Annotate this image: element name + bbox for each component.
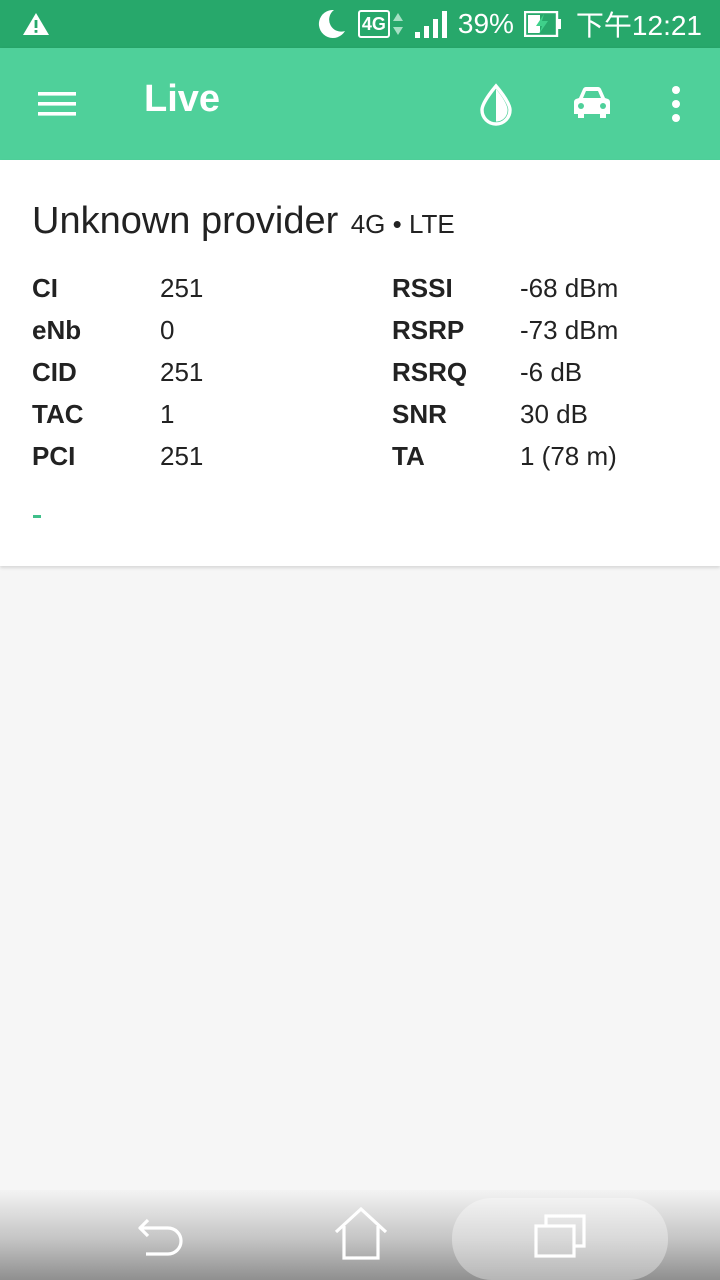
parameter-row: TAC 1 SNR 30 dB	[32, 394, 692, 436]
param-label-enb: eNb	[32, 315, 82, 345]
param-label-pci: PCI	[32, 441, 76, 471]
param-value-rsrp: -73 dBm	[520, 315, 619, 345]
param-value-pci: 251	[160, 441, 204, 471]
car-icon[interactable]	[566, 78, 618, 130]
param-label-cid: CID	[32, 357, 77, 387]
moon-icon	[318, 9, 345, 38]
more-vertical-icon[interactable]	[656, 76, 696, 132]
app-bar: Live	[0, 48, 720, 160]
battery-percent: 39%	[457, 8, 514, 39]
param-value-rssi: -68 dBm	[520, 273, 619, 303]
param-value-ta: 1 (78 m)	[520, 441, 617, 471]
param-value-rsrq: -6 dB	[520, 357, 583, 387]
battery-charging-icon	[523, 11, 561, 37]
drop-icon[interactable]	[470, 78, 522, 130]
parameter-row: CID 251 RSRQ -6 dB	[32, 352, 692, 394]
provider-name: Unknown provider	[32, 200, 339, 242]
signal-bars-icon	[414, 11, 447, 38]
param-value-enb: 0	[160, 315, 175, 345]
warning-triangle-icon	[23, 13, 49, 35]
param-label-rsrp: RSRP	[392, 315, 465, 345]
param-value-ci: 251	[160, 273, 204, 303]
recent-apps-icon[interactable]	[530, 1208, 592, 1264]
page-title: Live	[144, 78, 221, 120]
network-type-badge: 4G	[357, 10, 390, 38]
param-label-snr: SNR	[392, 399, 447, 429]
param-label-rssi: RSSI	[392, 273, 453, 303]
status-clock: 下午12:21	[575, 10, 702, 41]
param-label-ta: TA	[392, 441, 425, 471]
hamburger-menu-icon[interactable]	[28, 82, 84, 126]
parameter-row: eNb 0 RSRP -73 dBm	[32, 310, 692, 352]
status-bar: 4G 39% 下午12:21	[0, 0, 720, 48]
provider-header: Unknown provider 4G • LTE	[32, 200, 455, 243]
data-activity-icon	[392, 13, 403, 35]
network-technology: 4G • LTE	[350, 209, 455, 239]
cell-parameters-grid: CI 251 RSSI -68 dBm eNb 0 RSRP -73 dBm C…	[32, 268, 692, 478]
param-label-rsrq: RSRQ	[392, 357, 468, 387]
param-value-snr: 30 dB	[520, 399, 588, 429]
param-value-tac: 1	[160, 399, 175, 429]
cell-info-card[interactable]: Unknown provider 4G • LTE CI 251 RSSI -6…	[0, 160, 720, 566]
param-label-ci: CI	[32, 273, 58, 303]
parameter-row: PCI 251 TA 1 (78 m)	[32, 436, 692, 478]
back-icon[interactable]	[130, 1206, 192, 1262]
param-label-tac: TAC	[32, 399, 84, 429]
param-value-cid: 251	[160, 357, 204, 387]
home-icon[interactable]	[330, 1204, 392, 1264]
location-placeholder-dash	[33, 515, 41, 518]
system-nav-bar	[0, 1190, 720, 1280]
parameter-row: CI 251 RSSI -68 dBm	[32, 268, 692, 310]
